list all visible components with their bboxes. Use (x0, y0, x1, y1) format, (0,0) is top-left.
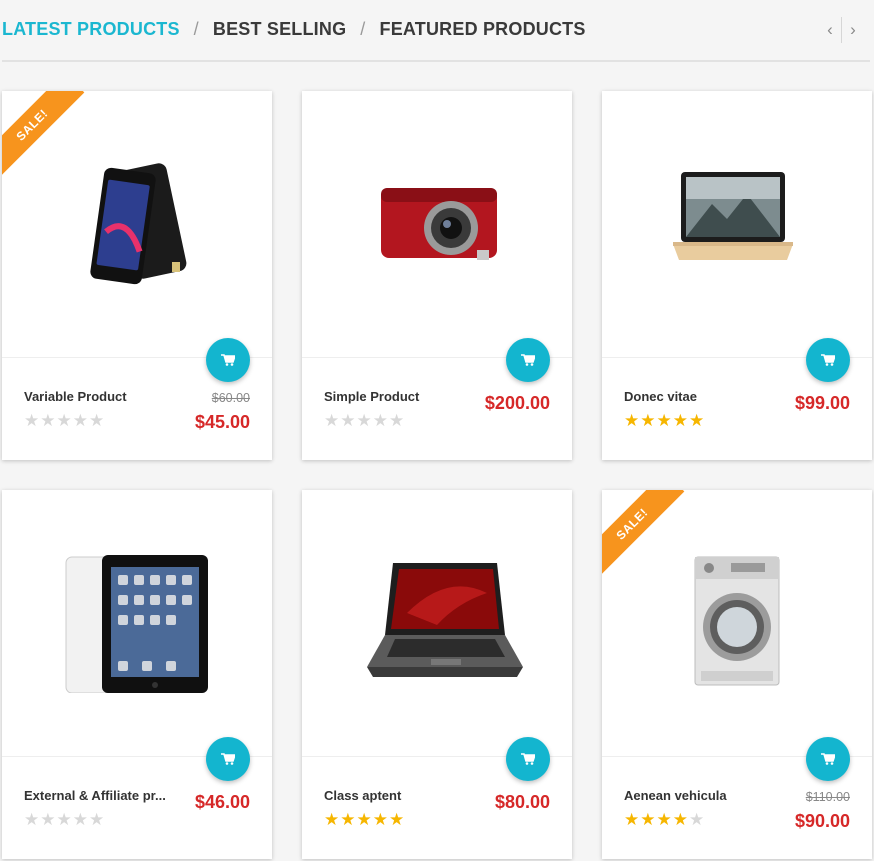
price: $90.00 (794, 811, 850, 831)
add-to-cart-button[interactable] (506, 737, 550, 781)
product-name[interactable]: Donec vitae (624, 389, 697, 404)
prev-arrow-icon[interactable]: ‹ (819, 17, 841, 43)
price: $99.00 (794, 393, 850, 413)
tab-latest-products[interactable]: LATEST PRODUCTS (2, 19, 180, 40)
tab-featured-products[interactable]: FEATURED PRODUCTS (380, 19, 586, 40)
cart-icon (521, 753, 535, 765)
product-name[interactable]: Aenean vehicula (624, 788, 727, 803)
product-card[interactable]: Class aptent ★★★★★ $80.00 (302, 490, 572, 859)
tab-best-selling[interactable]: BEST SELLING (213, 19, 346, 40)
product-card[interactable]: Simple Product ★★★★★ $200.00 (302, 91, 572, 460)
rating-stars: ★★★★★ (624, 810, 706, 829)
product-image-tablet[interactable] (2, 490, 272, 755)
rating-stars: ★★★★★ (324, 411, 406, 430)
add-to-cart-button[interactable] (206, 737, 250, 781)
rating-stars: ★★★★★ (24, 810, 106, 829)
price: $46.00 (194, 792, 250, 812)
rating-stars: ★★★★★ (24, 411, 106, 430)
product-card[interactable]: External & Affiliate pr... ★★★★★ $46.00 (2, 490, 272, 859)
product-card[interactable]: SALE! Aenean vehicula ★★★★★ $110.00 $90.… (602, 490, 872, 859)
cart-icon (821, 753, 835, 765)
add-to-cart-button[interactable] (806, 338, 850, 382)
add-to-cart-button[interactable] (506, 338, 550, 382)
header-divider (2, 60, 870, 62)
add-to-cart-button[interactable] (206, 338, 250, 382)
next-arrow-icon[interactable]: › (842, 17, 864, 43)
price: $45.00 (194, 412, 250, 432)
price: $200.00 (484, 393, 550, 413)
tab-separator: / (193, 18, 199, 39)
cart-icon (821, 354, 835, 366)
product-image-notebook[interactable] (302, 490, 572, 755)
product-card[interactable]: Donec vitae ★★★★★ $99.00 (602, 91, 872, 460)
carousel-nav: ‹ › (819, 17, 864, 43)
rating-stars: ★★★★★ (324, 810, 406, 829)
cart-icon (521, 354, 535, 366)
cart-icon (221, 753, 235, 765)
cart-icon (221, 354, 235, 366)
tab-separator: / (360, 18, 366, 39)
rating-stars: ★★★★★ (624, 411, 706, 430)
product-name[interactable]: External & Affiliate pr... (24, 788, 166, 803)
product-tabs: LATEST PRODUCTS / BEST SELLING / FEATURE… (2, 18, 586, 40)
add-to-cart-button[interactable] (806, 737, 850, 781)
product-card[interactable]: SALE! Variable Product ★★★★★ $60.00 $45.… (2, 91, 272, 460)
product-image-camera[interactable] (302, 91, 572, 356)
product-name[interactable]: Class aptent (324, 788, 401, 803)
product-name[interactable]: Variable Product (24, 389, 127, 404)
price: $80.00 (494, 792, 550, 812)
old-price: $60.00 (211, 391, 250, 405)
product-name[interactable]: Simple Product (324, 389, 419, 404)
product-image-laptop[interactable] (602, 91, 872, 356)
old-price: $110.00 (805, 790, 850, 804)
